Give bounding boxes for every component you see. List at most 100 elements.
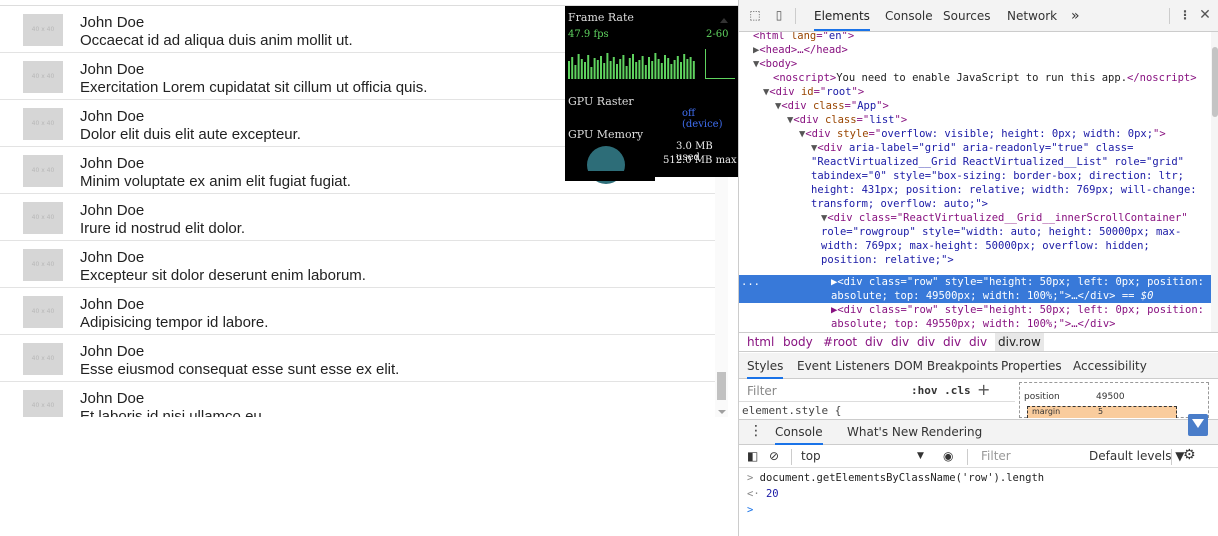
device-toolbar-icon[interactable]: ▯ [771,7,787,23]
dom-head-line[interactable]: ▶<head>…</head> [753,43,848,57]
list-row[interactable]: 40 x 40 John Doe Adipisicing tempor id lab… [0,288,715,335]
inspect-element-icon[interactable]: ⬚ [747,7,763,23]
fps-min-box [705,49,735,79]
collapse-arrow-icon[interactable] [720,18,728,23]
dom-grid-line-4: height: 431px; position: relative; width… [811,184,1197,196]
fps-bar [596,60,599,79]
tab-event-listeners[interactable]: Event Listeners [797,359,890,373]
list-row[interactable]: 40 x 40 John Doe Excepteur sit dolor deser… [0,241,715,288]
styles-filter-row: Filter :hov .cls + [739,380,1015,402]
list-row[interactable]: 40 x 40 John Doe Et laboris id nisi ullamc… [0,382,715,417]
drawer-tab-rendering[interactable]: Rendering [921,425,982,439]
styles-filter-input[interactable]: Filter [747,384,777,398]
list-row[interactable]: 40 x 40 John Doe Esse eiusmod consequat es… [0,335,715,382]
drawer-tab-whats-new[interactable]: What's New [847,425,918,439]
crumb-div-5[interactable]: div [969,335,987,349]
console-filter-input[interactable]: Filter [981,449,1011,463]
dom-list-line[interactable]: ▼<div class="list"> [787,113,907,127]
context-select[interactable]: top [801,449,821,463]
tab-properties[interactable]: Properties [1001,359,1062,373]
tab-sources[interactable]: Sources [943,0,990,31]
close-icon[interactable]: ✕ [1197,7,1213,23]
download-arrow-icon[interactable] [1188,414,1208,436]
fps-bar [676,56,679,79]
dom-sel-line-2: absolute; top: 49500px; width: 100%;">…<… [831,290,1154,302]
margin-value[interactable]: 5 [1098,407,1103,416]
fps-bar [580,59,583,79]
crumb-div-2[interactable]: div [891,335,909,349]
element-style-rule[interactable]: element.style { [742,404,841,417]
dom-root-line[interactable]: ▼<div id="root"> [763,85,864,99]
clear-console-icon[interactable]: ⊘ [769,449,779,463]
breadcrumb: html body #root div div div div div div.… [739,332,1218,352]
console-input-entry: > document.getElementsByClassName('row')… [747,472,1045,484]
console-separator-3 [1171,449,1172,465]
crumb-html[interactable]: html [747,335,774,349]
row-name: John Doe [80,343,145,360]
avatar-placeholder: 40 x 40 [23,249,63,281]
dom-outer-div-line[interactable]: ▼<div style="overflow: visible; height: … [799,127,1166,141]
dom-selected-row[interactable]: ... ▶<div class="row" style="height: 50p… [739,275,1211,303]
live-expression-eye-icon[interactable]: ◉ [943,449,953,463]
crumb-body[interactable]: body [783,335,813,349]
dom-grid-line-5: transform; overflow: auto;"> [811,198,989,210]
dom-noscript-line[interactable]: <noscript>You need to enable JavaScript … [773,71,1197,85]
fps-bar [622,55,625,79]
fps-bar [667,58,670,79]
dom-ellipsis[interactable]: ... [741,275,760,289]
crumb-root[interactable]: #root [823,335,857,349]
row-text: Dolor elit duis elit aute excepteur. [80,126,301,143]
tab-network[interactable]: Network [1007,0,1057,31]
dom-inner-line-1[interactable]: ▼<div class="ReactVirtualized__Grid__inn… [821,211,1188,225]
avatar-placeholder: 40 x 40 [23,14,63,46]
sidebar-toggle-icon[interactable]: ◧ [747,449,758,463]
dom-inner-line-4: position: relative;"> [821,254,954,266]
fps-bar [644,65,647,79]
dom-tree[interactable]: <html lang="en"> ▶<head>…</head> ▼<body>… [739,32,1211,332]
dom-scrollbar-thumb[interactable] [1212,47,1218,117]
drawer-tab-bar: ⋮ Console What's New Rendering [739,419,1218,445]
drawer-menu-icon[interactable]: ⋮ [749,423,763,439]
dom-sel-line-1: ▶<div class="row" style="height: 50px; l… [831,276,1204,288]
console-prompt[interactable]: > [747,504,753,516]
scrollbar-thumb[interactable] [717,372,726,400]
tab-dom-breakpoints[interactable]: DOM Breakpoints [894,359,998,373]
scroll-down-arrow-icon[interactable] [718,410,726,414]
fps-bar [692,61,695,79]
avatar-placeholder: 40 x 40 [23,108,63,140]
tab-console[interactable]: Console [885,0,933,31]
crumb-div-row[interactable]: div.row [995,333,1044,351]
dom-app-line[interactable]: ▼<div class="App"> [775,99,889,113]
tab-elements[interactable]: Elements [814,0,870,31]
crumb-div-1[interactable]: div [865,335,883,349]
tab-accessibility[interactable]: Accessibility [1073,359,1147,373]
console-settings-gear-icon[interactable]: ⚙ [1183,447,1196,463]
drawer-tab-console[interactable]: Console [775,425,823,445]
dom-body-line[interactable]: ▼<body> [753,57,797,71]
kebab-menu-icon[interactable]: ⋮ [1177,7,1193,23]
dom-grid-line-1[interactable]: ▼<div aria-label="grid" aria-readonly="t… [811,141,1133,155]
tab-styles[interactable]: Styles [747,359,784,379]
toolbar-separator-2 [1169,8,1170,24]
new-style-rule-icon[interactable]: + [977,380,990,399]
row-name: John Doe [80,14,145,31]
more-tabs-button[interactable]: » [1071,0,1080,31]
dom-html-line[interactable]: <html lang="en"> [753,32,854,43]
fps-bar [689,57,692,79]
fps-bar [600,56,602,79]
dom-scrollbar[interactable] [1211,32,1218,332]
position-value[interactable]: 49500 [1096,392,1125,402]
dom-inner-line-2: role="rowgroup" style="width: auto; heig… [821,226,1182,238]
fps-bar [673,60,676,79]
list-row[interactable]: 40 x 40 John Doe Irure id nostrud elit dol… [0,194,715,241]
row-text: Adipisicing tempor id labore. [80,314,269,331]
console-output[interactable]: > document.getElementsByClassName('row')… [739,469,1218,536]
hov-cls-toggle[interactable]: :hov .cls [911,384,971,397]
console-result-entry: <· 20 [747,488,779,500]
fps-bar [625,66,628,79]
fps-bar [638,60,641,79]
crumb-div-3[interactable]: div [917,335,935,349]
crumb-div-4[interactable]: div [943,335,961,349]
context-dropdown-icon[interactable]: ▼ [917,451,924,461]
dom-next-line-1[interactable]: ▶<div class="row" style="height: 50px; l… [831,303,1204,317]
